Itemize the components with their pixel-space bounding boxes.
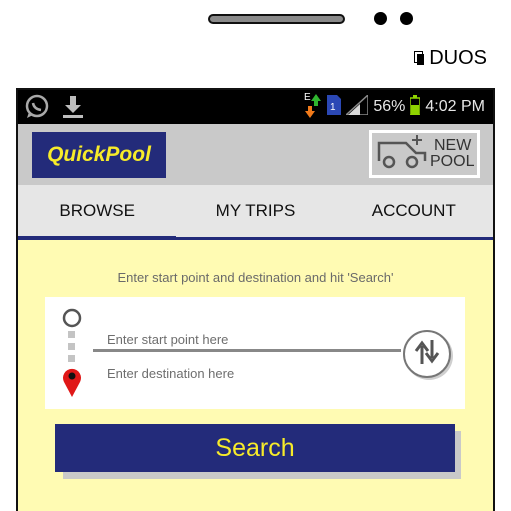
new-pool-label: NEW POOL: [430, 138, 474, 170]
car-plus-icon: [376, 133, 428, 176]
battery-icon: [409, 94, 422, 120]
phone-speaker: [208, 14, 345, 24]
battery-percent: 56%: [373, 98, 406, 115]
app-logo-text: QuickPool: [47, 143, 151, 166]
download-icon: [60, 94, 86, 125]
svg-text:1: 1: [330, 102, 336, 113]
tab-browse-label: BROWSE: [59, 201, 135, 220]
search-hint: Enter start point and destination and hi…: [117, 270, 394, 285]
device-brand: DUOS: [414, 46, 487, 70]
whatsapp-icon: [24, 94, 50, 125]
svg-text:E: E: [304, 92, 311, 103]
sim-icon: 1: [327, 94, 342, 120]
phone-camera: [374, 12, 387, 25]
tab-my-trips[interactable]: MY TRIPS: [176, 185, 334, 237]
dual-sim-icon: [414, 51, 425, 65]
app-screen: E 1 56% 4:02 PM QuickPool NEW POOL BROWS…: [16, 88, 495, 511]
app-logo: QuickPool: [32, 132, 166, 178]
tab-my-trips-label: MY TRIPS: [215, 201, 296, 220]
destination-input[interactable]: [105, 361, 389, 385]
tab-bar: BROWSE MY TRIPS ACCOUNT: [18, 185, 493, 240]
new-pool-button[interactable]: NEW POOL: [369, 130, 480, 178]
input-divider: [93, 349, 401, 352]
status-indicators: E 1 56% 4:02 PM: [304, 90, 485, 124]
swap-arrows-icon: [412, 337, 442, 372]
route-line-icon: [59, 305, 85, 406]
tab-account[interactable]: ACCOUNT: [335, 185, 493, 237]
route-card: [45, 297, 465, 409]
phone-sensor: [400, 12, 413, 25]
start-point-input[interactable]: [105, 327, 389, 351]
data-transfer-icon: E: [304, 91, 322, 124]
device-brand-label: DUOS: [429, 46, 487, 69]
clock: 4:02 PM: [425, 98, 485, 115]
signal-icon: [344, 92, 370, 120]
tab-account-label: ACCOUNT: [371, 201, 456, 220]
status-bar: E 1 56% 4:02 PM: [18, 90, 493, 124]
search-button[interactable]: Search: [55, 424, 455, 472]
tab-browse[interactable]: BROWSE: [18, 185, 177, 240]
swap-button[interactable]: [403, 330, 451, 378]
new-pool-line2: POOL: [430, 153, 475, 170]
notification-icons: [24, 94, 86, 125]
app-bar: QuickPool NEW POOL: [18, 124, 493, 185]
new-pool-line1: NEW: [434, 137, 472, 154]
